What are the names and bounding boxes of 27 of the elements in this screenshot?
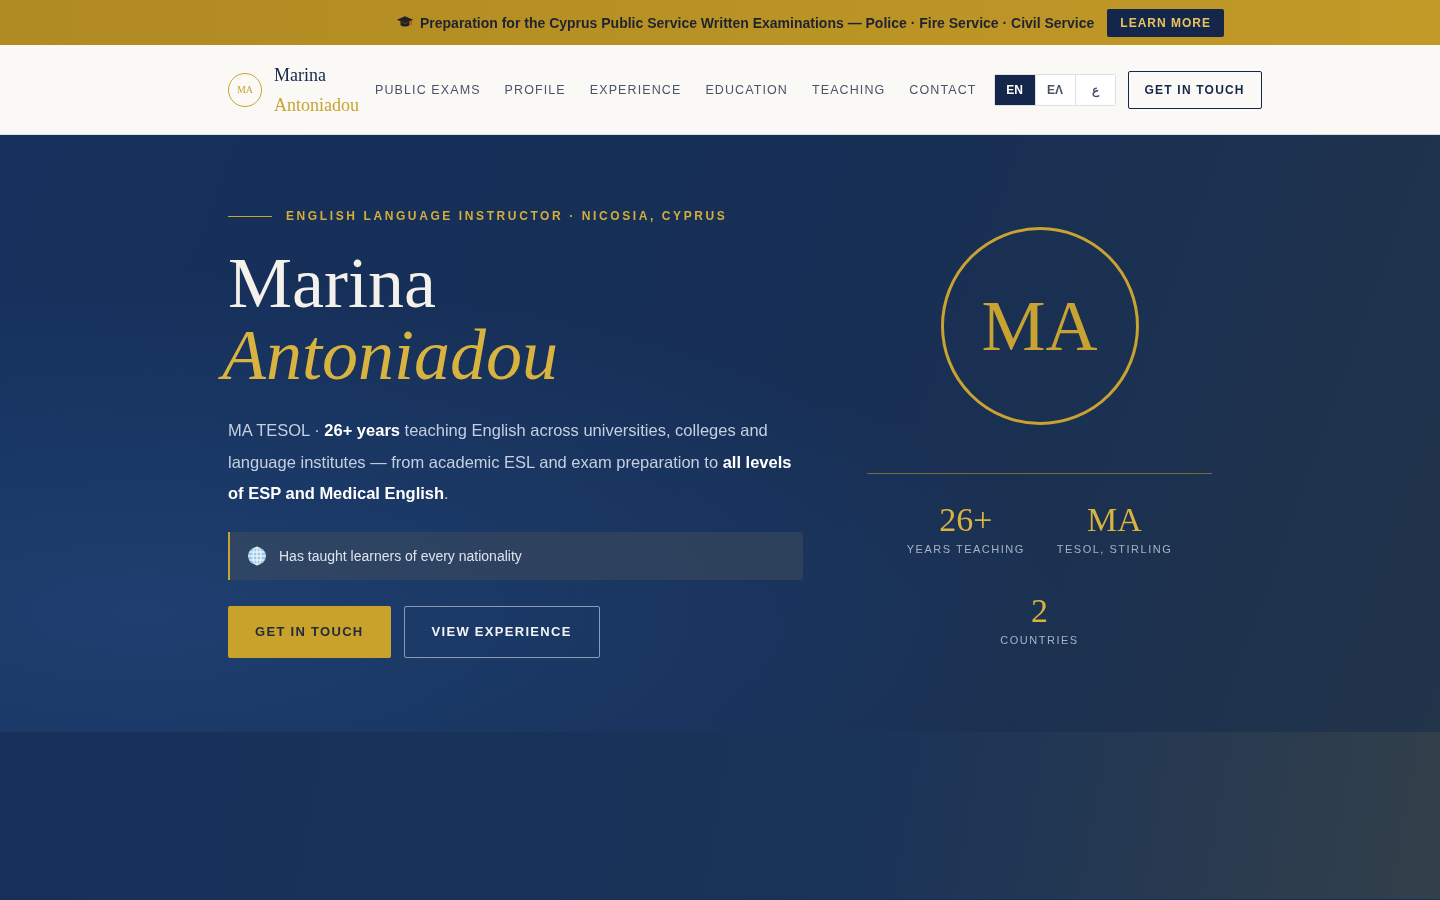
language-option[interactable]: ΕΛ — [1034, 74, 1075, 105]
hero-button[interactable]: GET IN TOUCH — [228, 605, 391, 658]
nav-link[interactable]: PUBLIC EXAMS — [375, 82, 481, 97]
hero-title-first: Marina — [228, 247, 437, 319]
language-option[interactable]: EN — [994, 74, 1035, 105]
stat-label: TESOL, STIRLING — [1056, 543, 1173, 555]
stat-value: MA — [1087, 500, 1142, 540]
nav-link[interactable]: CONTACT — [909, 82, 977, 97]
nav-link[interactable]: EXPERIENCE — [589, 82, 682, 97]
hero-button[interactable]: VIEW EXPERIENCE — [403, 605, 600, 658]
eyebrow-text: ENGLISH LANGUAGE INSTRUCTOR · NICOSIA, CYPRUS — [286, 209, 728, 223]
announcement-text: Preparation for the Cyprus Public Service Written Examinations — Police · Fire Service · Civil Service — [420, 14, 1095, 31]
stat-label: COUNTRIES — [1000, 634, 1079, 646]
stat-value: 2 — [1031, 591, 1048, 631]
globe-icon — [247, 545, 267, 566]
language-option[interactable]: ع — [1074, 74, 1115, 105]
stat-label: YEARS TEACHING — [906, 543, 1025, 555]
nav-link[interactable]: TEACHING — [811, 82, 886, 97]
note-text: Has taught learners of every nationality — [279, 547, 522, 564]
intro-paragraph: MA TESOL · 26+ years teaching English across universities, colleges and language institutes — from academic ESL and exam preparation to all levels of ESP and Medical English. — [228, 420, 793, 504]
brand-first-name[interactable]: Marina — [274, 59, 359, 90]
monogram-emblem: MA — [940, 227, 1139, 425]
stat-value: 26+ — [939, 500, 993, 540]
learn-more-button[interactable]: LEARN MORE — [1107, 8, 1224, 37]
get-in-touch-button[interactable]: GET IN TOUCH — [1127, 70, 1262, 109]
nav-link[interactable]: EDUCATION — [705, 82, 788, 97]
nav-link[interactable]: PROFILE — [504, 82, 566, 97]
